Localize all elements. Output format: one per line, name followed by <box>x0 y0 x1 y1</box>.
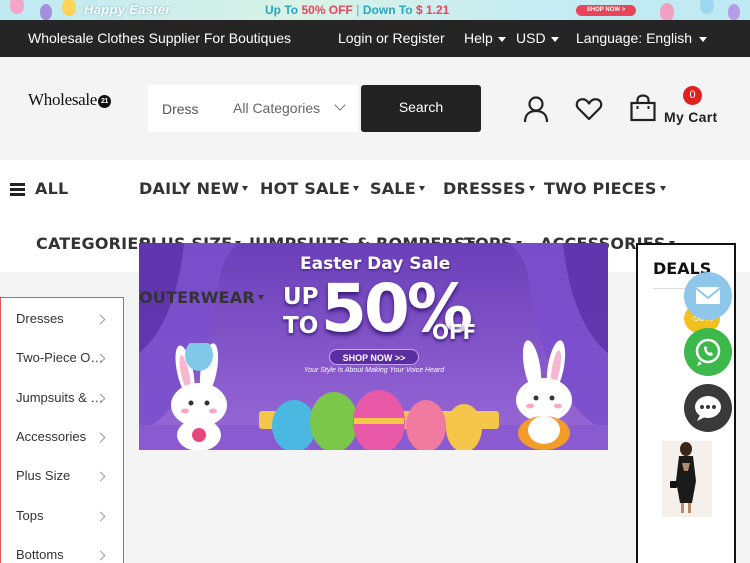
banner-off: OFF <box>432 320 477 344</box>
promo-title: Happy Easter <box>84 2 171 17</box>
nav-hot-sale[interactable]: HOT SALE <box>260 179 360 198</box>
user-icon[interactable] <box>522 95 550 123</box>
nav-dresses[interactable]: DRESSES <box>443 179 535 198</box>
header: Wholesale21 All Categories Search 0 My C… <box>0 57 750 160</box>
dress-product-photo <box>670 442 696 513</box>
language-label: Language: English <box>576 30 692 46</box>
nav-all-categories-label[interactable]: CATEGORIES <box>36 234 150 253</box>
chevron-down-icon <box>699 36 707 42</box>
chevron-down-icon <box>334 99 346 111</box>
nav-outerwear[interactable]: OUTERWEAR <box>139 288 264 307</box>
heart-icon[interactable] <box>575 97 603 121</box>
promo-price: $ 1.21 <box>415 3 450 17</box>
promo-text: Up To 50% OFF | Down To $ 1.21 <box>265 3 449 17</box>
nav-sale[interactable]: SALE <box>370 179 425 198</box>
whatsapp-contact-button[interactable] <box>684 328 732 376</box>
promo-text-prefix: Up To <box>265 3 299 17</box>
nav-all-categories[interactable]: ALL <box>35 179 68 198</box>
banner-up-to: UP TO <box>283 283 319 341</box>
mail-icon <box>695 287 721 304</box>
login-register-link[interactable]: Login or Register <box>338 30 445 46</box>
currency-select[interactable]: USD <box>516 30 559 46</box>
egg-decoration <box>660 3 674 20</box>
currency-label: USD <box>516 30 546 46</box>
chevron-down-icon <box>418 186 425 191</box>
bunny-illustration <box>516 340 572 450</box>
logo-badge: 21 <box>98 95 112 108</box>
tagline: Wholesale Clothes Supplier For Boutiques <box>28 30 292 46</box>
nav-label: TWO PIECES <box>544 179 657 198</box>
banner-up: UP <box>283 284 319 310</box>
promo-text-mid: Down To <box>362 3 413 17</box>
help-menu[interactable]: Help <box>464 30 506 46</box>
egg-decoration <box>700 0 714 14</box>
promo-separator: | <box>356 3 360 17</box>
shopping-bag-icon[interactable] <box>629 94 657 122</box>
egg-decoration <box>10 0 24 14</box>
egg-decoration <box>728 4 740 20</box>
logo-text: Wholesale <box>28 90 98 109</box>
top-bar: Wholesale Clothes Supplier For Boutiques… <box>0 20 750 57</box>
deal-product-image[interactable] <box>662 441 712 517</box>
page: Happy Easter Up To 50% OFF | Down To $ 1… <box>0 0 750 563</box>
live-chat-button[interactable] <box>684 384 732 432</box>
category-sidebar: Dresses Two-Piece Outfits Jumpsuits & Ro… <box>0 297 124 563</box>
promo-banner[interactable]: Happy Easter Up To 50% OFF | Down To $ 1… <box>0 0 750 20</box>
nav-label: DRESSES <box>443 179 526 198</box>
chevron-down-icon <box>242 186 249 191</box>
nav-label: HOT SALE <box>260 179 351 198</box>
easter-eggs-illustration <box>272 390 482 450</box>
cart-count-badge: 0 <box>683 86 702 105</box>
email-contact-button[interactable] <box>684 272 732 320</box>
nav-label: OUTERWEAR <box>139 288 255 307</box>
chevron-down-icon <box>550 36 559 42</box>
chevron-down-icon <box>659 186 666 191</box>
language-select[interactable]: Language: English <box>576 30 707 46</box>
chevron-down-icon <box>353 186 360 191</box>
banner-shop-now-button[interactable]: SHOP NOW >> <box>329 349 419 365</box>
chat-bubble-icon <box>695 396 721 421</box>
nav-daily-new[interactable]: DAILY NEW <box>139 179 249 198</box>
logo[interactable]: Wholesale 21 <box>28 90 112 110</box>
banner-to: TO <box>283 313 319 339</box>
whatsapp-icon <box>695 338 721 366</box>
easter-sale-banner[interactable]: Easter Day Sale UP TO 50% OFF SHOP NOW >>… <box>139 243 608 450</box>
nav-two-pieces[interactable]: TWO PIECES <box>544 179 666 198</box>
help-label: Help <box>464 30 493 46</box>
category-select[interactable]: All Categories <box>233 100 320 116</box>
egg-decoration <box>62 0 76 16</box>
search-input[interactable] <box>148 85 226 132</box>
bunny-illustration <box>171 343 227 450</box>
cart-label[interactable]: My Cart <box>664 109 717 125</box>
promo-shop-now-button[interactable]: SHOP NOW > <box>576 5 636 16</box>
nav-label: DAILY NEW <box>139 179 240 198</box>
search-box: All Categories <box>148 85 358 132</box>
promo-off: 50% OFF <box>301 3 353 17</box>
egg-decoration <box>40 4 52 20</box>
chevron-down-icon <box>257 295 264 300</box>
chevron-down-icon <box>497 36 506 42</box>
nav-label: SALE <box>370 179 416 198</box>
menu-icon[interactable] <box>10 183 25 196</box>
banner-tagline: Your Style Is About Making Your Voice He… <box>303 367 445 374</box>
search-button[interactable]: Search <box>361 85 481 132</box>
chevron-down-icon <box>528 186 535 191</box>
